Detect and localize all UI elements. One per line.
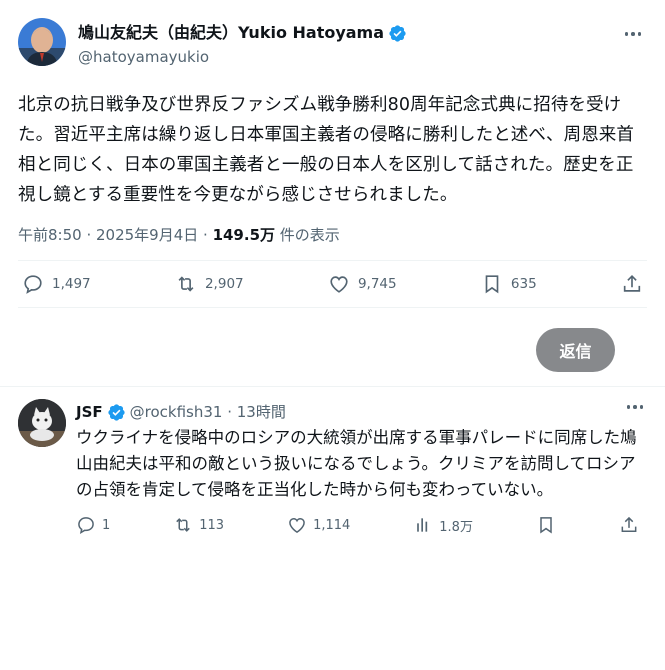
views-count[interactable]: 149.5万 bbox=[213, 226, 275, 244]
reply-compose-area: 返信 bbox=[18, 308, 647, 386]
like-count: 9,745 bbox=[357, 276, 397, 292]
reply-reply-count: 1 bbox=[102, 517, 111, 533]
reply-button[interactable]: 返信 bbox=[536, 328, 615, 372]
avatar[interactable] bbox=[18, 18, 66, 66]
views-icon bbox=[417, 518, 428, 532]
more-icon bbox=[626, 405, 643, 409]
main-post: 鳩山友紀夫（由紀夫）Yukio Hatoyama @hatoyamayukio … bbox=[0, 0, 665, 386]
bookmark-icon bbox=[485, 275, 499, 294]
author-block: 鳩山友紀夫（由紀夫）Yukio Hatoyama @hatoyamayukio bbox=[78, 22, 407, 68]
reply-header: JSF @rockfish31 · 13時間 bbox=[76, 401, 647, 423]
bookmark-count: 635 bbox=[510, 276, 537, 292]
reply-like-count: 1,114 bbox=[313, 517, 351, 533]
post-actions: 1,497 2,907 9,745 635 bbox=[18, 260, 647, 308]
reply-views-count: 1.8万 bbox=[439, 519, 473, 535]
reply-actions: 1 113 1,114 1.8万 bbox=[76, 515, 647, 535]
reply-content: JSF @rockfish31 · 13時間 ウクライナを侵略中のロシアの大統領… bbox=[76, 399, 647, 535]
reply-avatar[interactable] bbox=[18, 399, 66, 447]
reply-reply-action[interactable]: 1 bbox=[76, 515, 110, 535]
like-icon bbox=[330, 276, 348, 293]
author-name[interactable]: 鳩山友紀夫（由紀夫）Yukio Hatoyama bbox=[78, 22, 384, 44]
post-meta: 午前8:50 · 2025年9月4日 · 149.5万 件の表示 bbox=[18, 224, 647, 246]
post-timestamp[interactable]: 午前8:50 · 2025年9月4日 · bbox=[18, 226, 213, 244]
reply-author-name[interactable]: JSF bbox=[76, 401, 103, 423]
reply-handle-time[interactable]: @rockfish31 · 13時間 bbox=[130, 401, 286, 423]
share-action[interactable] bbox=[621, 273, 643, 295]
more-button[interactable] bbox=[623, 24, 643, 44]
views-label: 件の表示 bbox=[275, 226, 340, 244]
reply-post[interactable]: JSF @rockfish31 · 13時間 ウクライナを侵略中のロシアの大統領… bbox=[0, 387, 665, 535]
reply-more-button[interactable] bbox=[626, 405, 643, 409]
reply-like-action[interactable]: 1,114 bbox=[287, 515, 350, 535]
like-icon bbox=[289, 517, 305, 533]
bookmark-icon bbox=[540, 517, 552, 534]
author-handle[interactable]: @hatoyamayukio bbox=[78, 46, 407, 68]
reply-count: 1,497 bbox=[52, 276, 91, 292]
share-icon bbox=[621, 516, 637, 532]
verified-icon bbox=[108, 403, 125, 421]
reply-icon bbox=[78, 517, 94, 535]
reply-icon bbox=[24, 275, 42, 294]
author-name-row[interactable]: 鳩山友紀夫（由紀夫）Yukio Hatoyama bbox=[78, 22, 407, 44]
post-header: 鳩山友紀夫（由紀夫）Yukio Hatoyama @hatoyamayukio bbox=[18, 0, 647, 90]
reply-repost-count: 113 bbox=[199, 517, 225, 533]
repost-action[interactable]: 2,907 bbox=[175, 273, 244, 295]
verified-icon bbox=[389, 24, 406, 42]
reply-text: ウクライナを侵略中のロシアの大統領が出席する軍事パレードに同席した鳩山由紀夫は平… bbox=[76, 428, 637, 499]
repost-icon bbox=[176, 518, 191, 532]
share-icon bbox=[623, 275, 641, 292]
reply-repost-action[interactable]: 113 bbox=[173, 515, 224, 535]
repost-icon bbox=[178, 276, 194, 292]
like-action[interactable]: 9,745 bbox=[328, 273, 397, 295]
reply-action[interactable]: 1,497 bbox=[22, 273, 91, 295]
reply-views-action[interactable]: 1.8万 bbox=[413, 515, 473, 535]
reply-bookmark-action[interactable] bbox=[536, 515, 556, 535]
more-icon bbox=[624, 32, 642, 36]
repost-count: 2,907 bbox=[204, 276, 244, 292]
reply-share-action[interactable] bbox=[619, 515, 639, 535]
post-text: 北京の抗日戦争及び世界反ファシズム戦争勝利80周年記念式典に招待を受けた。習近平… bbox=[18, 95, 634, 205]
bookmark-action[interactable]: 635 bbox=[481, 273, 537, 295]
